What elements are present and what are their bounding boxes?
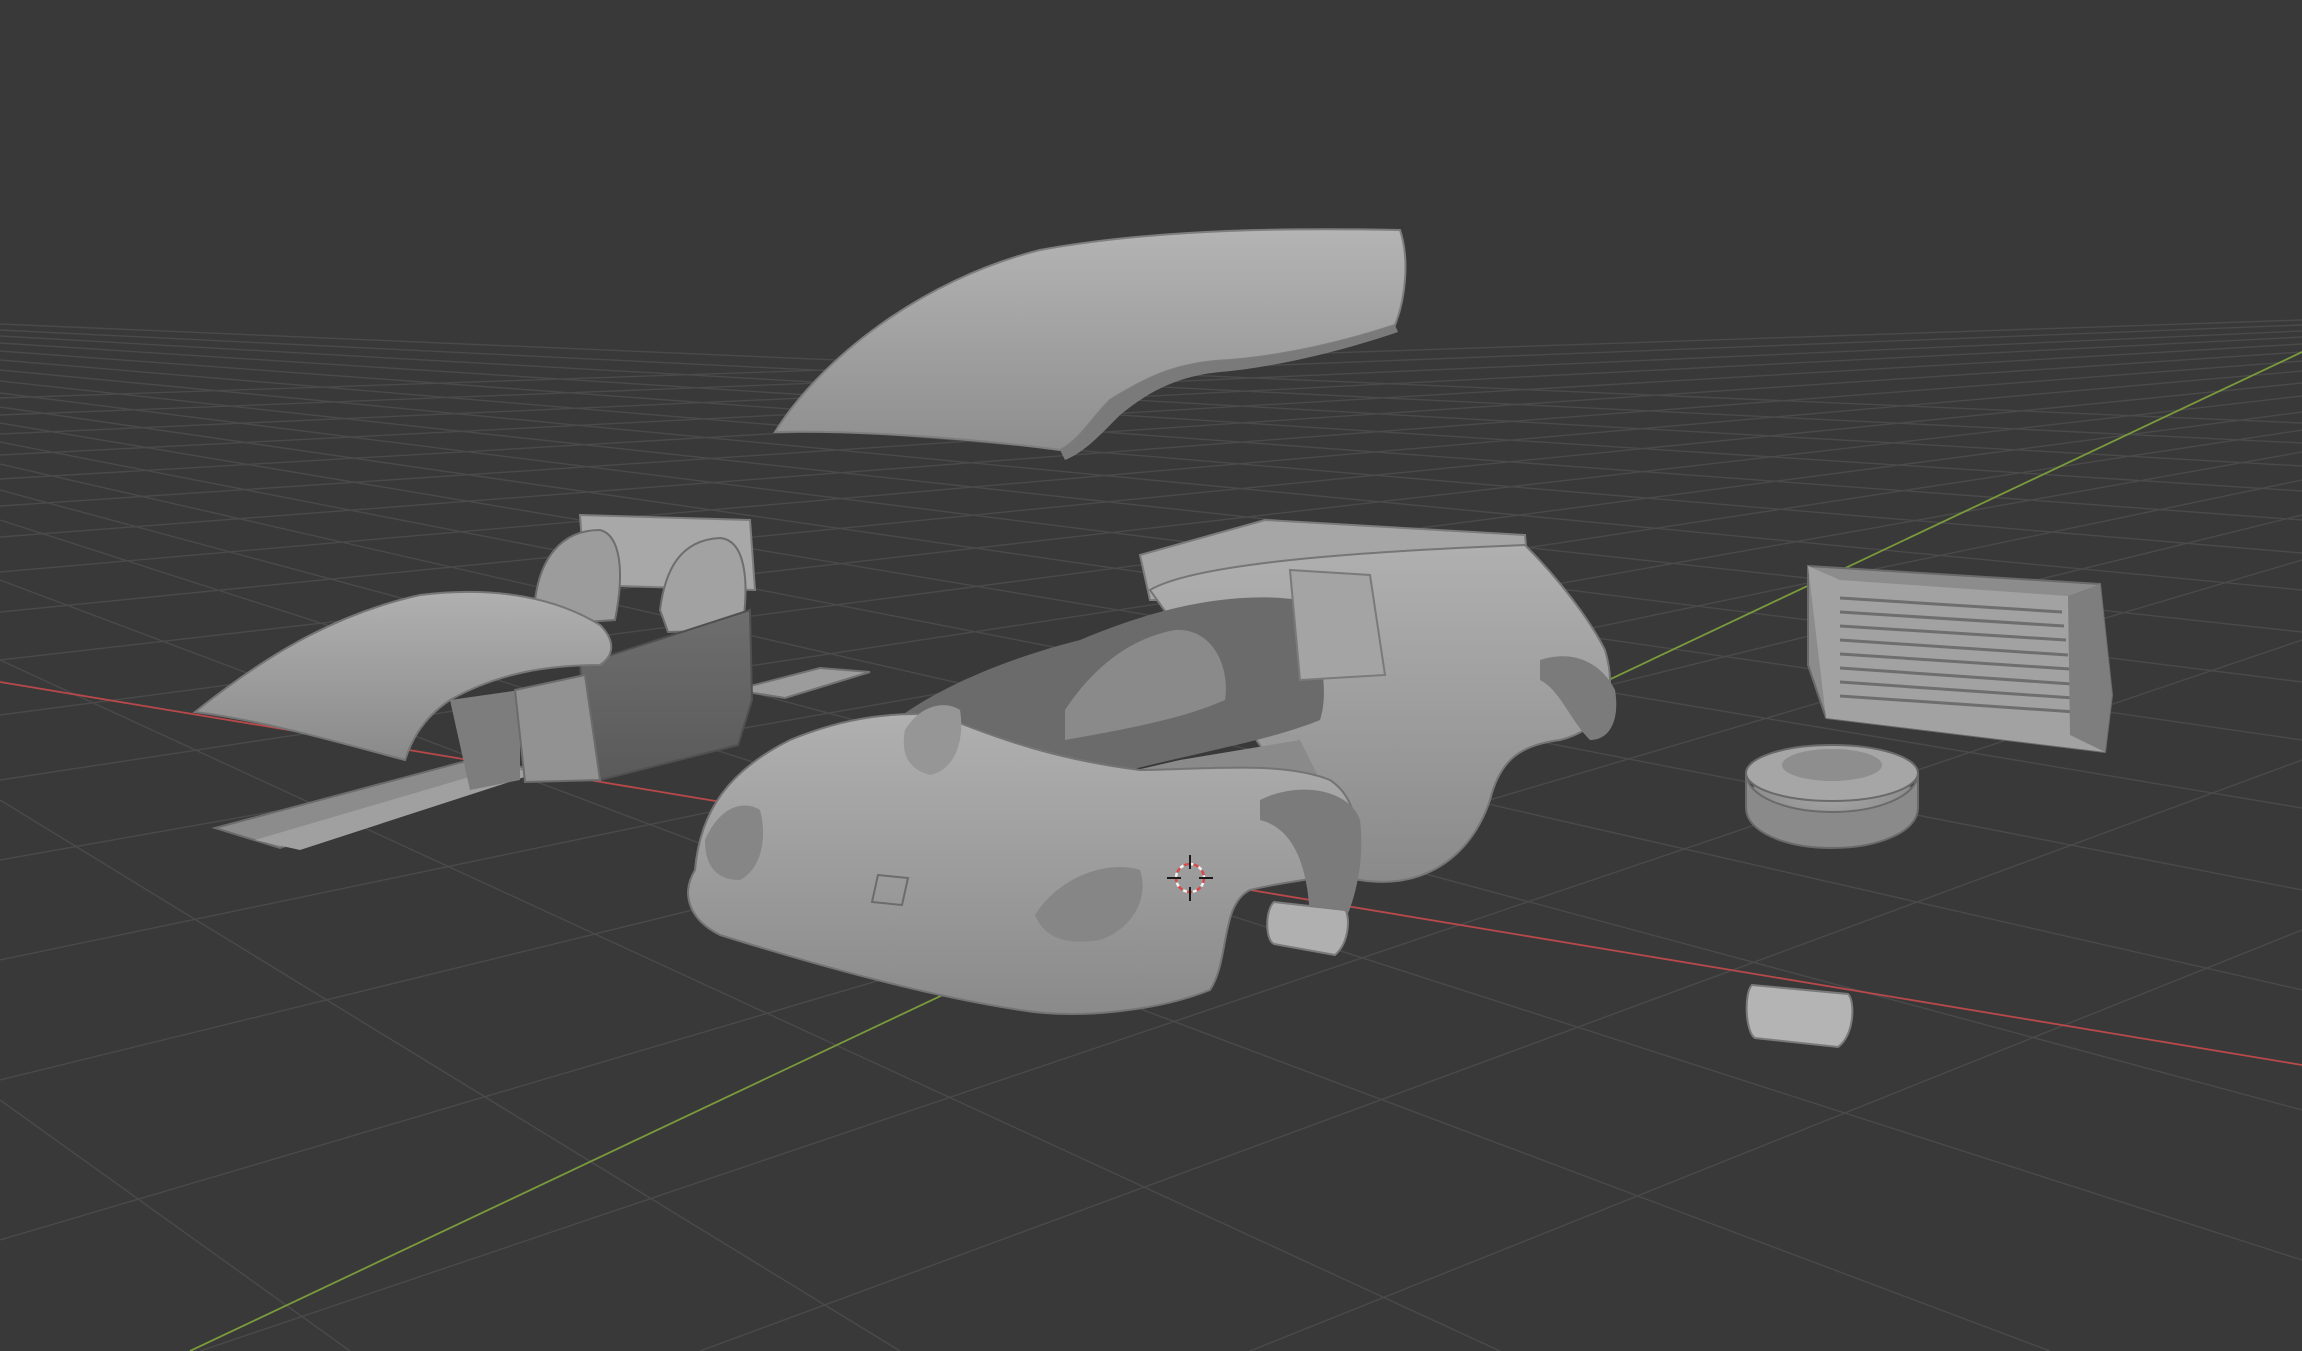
tire[interactable]: [1745, 744, 1919, 850]
small-panel-rear[interactable]: [1745, 983, 1854, 1049]
3d-viewport[interactable]: [0, 0, 2302, 1351]
